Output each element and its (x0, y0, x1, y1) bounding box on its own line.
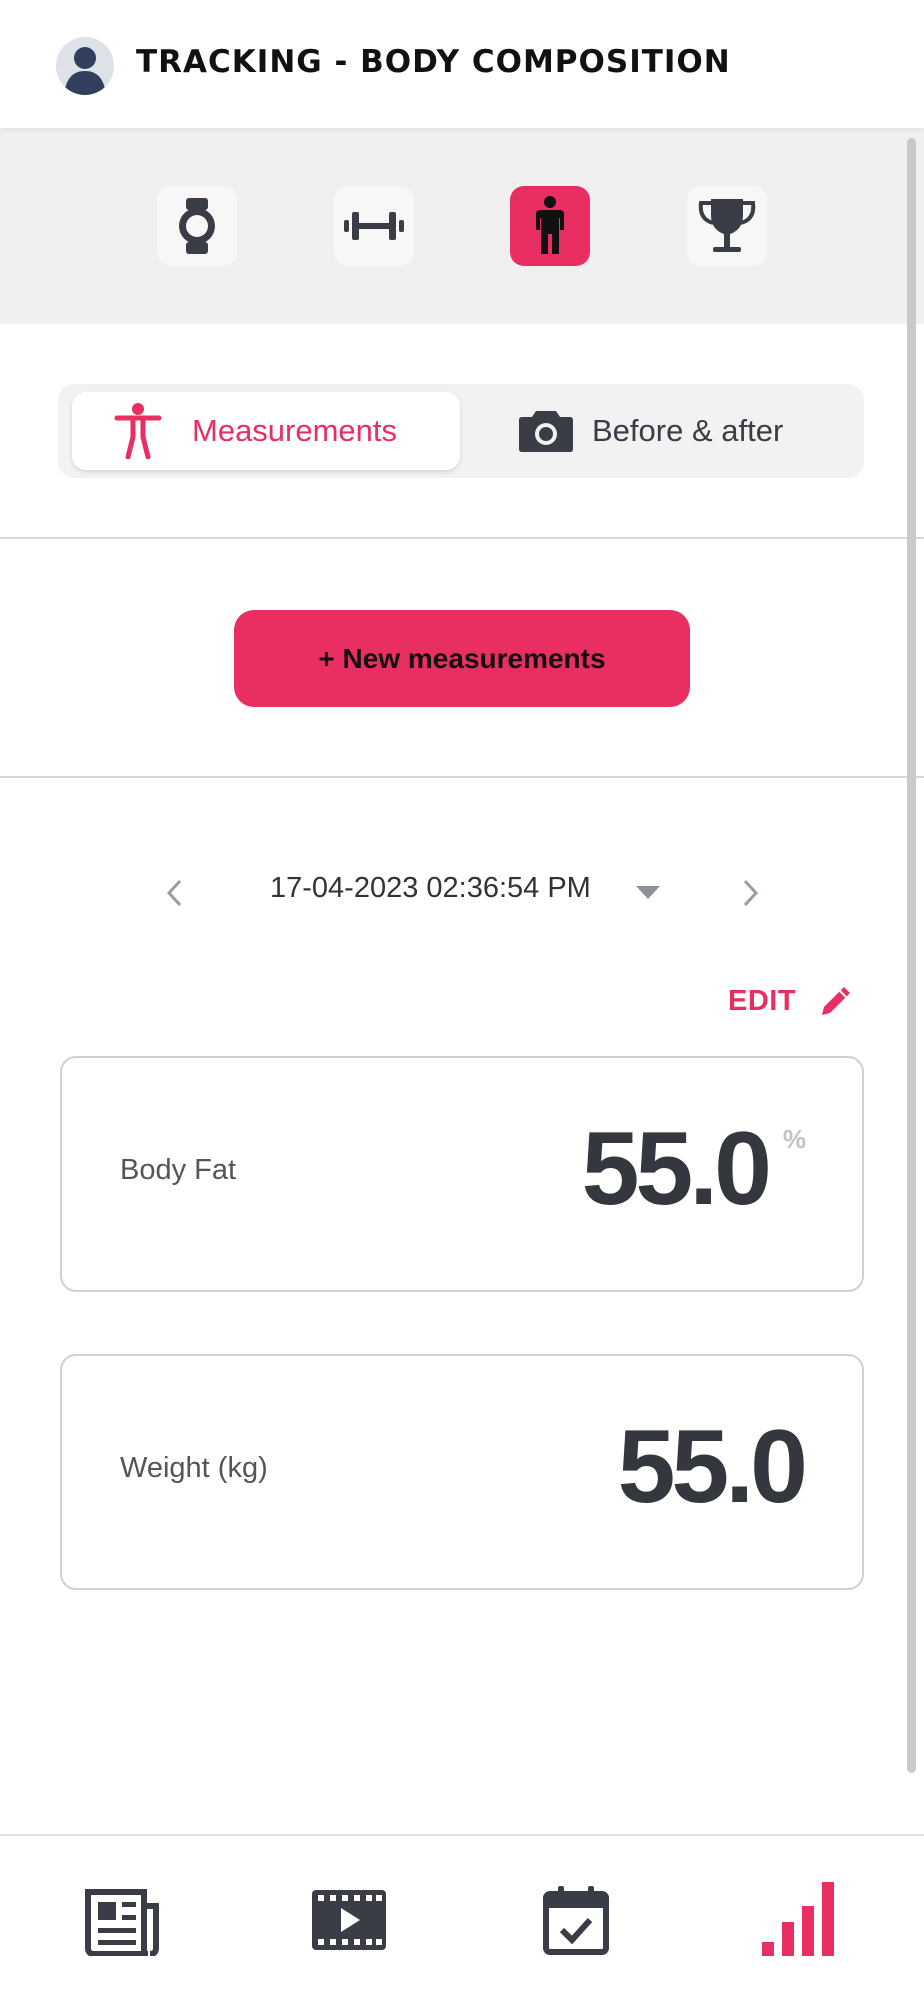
pencil-icon (822, 987, 851, 1015)
tab-before-after[interactable]: Before & after (518, 392, 838, 470)
bottom-navigation (0, 1834, 924, 2000)
tab-before-after-label: Before & after (592, 413, 784, 448)
new-measurements-label: + New measurements (318, 642, 606, 674)
section-divider (0, 537, 924, 539)
section-divider (0, 776, 924, 778)
measurement-date[interactable]: 17-04-2023 02:36:54 PM (270, 872, 591, 905)
weight-value: 55.0 (617, 1409, 808, 1525)
user-silhouette-icon (64, 47, 106, 95)
body-fat-card[interactable]: Body Fat 55.0 % (60, 1056, 864, 1292)
watch-icon (179, 198, 215, 254)
dumbbell-icon (344, 212, 404, 240)
previous-date-button[interactable] (154, 873, 194, 913)
nav-videos[interactable] (309, 1880, 389, 1960)
view-segment-control: Measurements Before & after (58, 384, 864, 478)
chevron-right-icon (743, 879, 759, 907)
category-strip (0, 128, 924, 324)
next-date-button[interactable] (731, 873, 771, 913)
nav-tracking[interactable] (760, 1880, 840, 1960)
tab-measurements-label: Measurements (192, 413, 398, 448)
category-watch-button[interactable] (157, 186, 237, 266)
news-icon (85, 1889, 159, 1956)
camera-icon (519, 411, 573, 452)
video-icon (312, 1890, 386, 1950)
caret-down-icon (636, 886, 660, 899)
body-fat-value: 55.0 (581, 1111, 772, 1227)
avatar[interactable] (56, 37, 114, 95)
scrollbar[interactable] (907, 138, 916, 1773)
category-workout-button[interactable] (334, 186, 414, 266)
nav-calendar[interactable] (536, 1880, 616, 1960)
category-body-button[interactable] (510, 186, 590, 266)
chevron-left-icon (166, 879, 182, 907)
edit-label: EDIT (728, 984, 797, 1017)
body-fat-unit: % (782, 1124, 806, 1154)
edit-button[interactable]: EDIT (728, 983, 854, 1019)
nav-news[interactable] (82, 1880, 162, 1960)
app-header: TRACKING - BODY COMPOSITION (0, 0, 924, 128)
tab-measurements[interactable]: Measurements (72, 392, 460, 470)
calendar-check-icon (543, 1886, 609, 1955)
new-measurements-button[interactable]: + New measurements (234, 610, 690, 707)
page-title: TRACKING - BODY COMPOSITION (136, 44, 731, 80)
weight-card[interactable]: Weight (kg) 55.0 (60, 1354, 864, 1590)
category-goals-button[interactable] (687, 186, 767, 266)
person-icon (536, 196, 564, 254)
bar-chart-icon (762, 1882, 834, 1956)
trophy-icon (698, 199, 756, 252)
body-fat-label: Body Fat (120, 1154, 237, 1186)
date-dropdown-button[interactable] (636, 886, 660, 905)
person-arms-out-icon (114, 403, 162, 459)
weight-label: Weight (kg) (120, 1452, 268, 1484)
